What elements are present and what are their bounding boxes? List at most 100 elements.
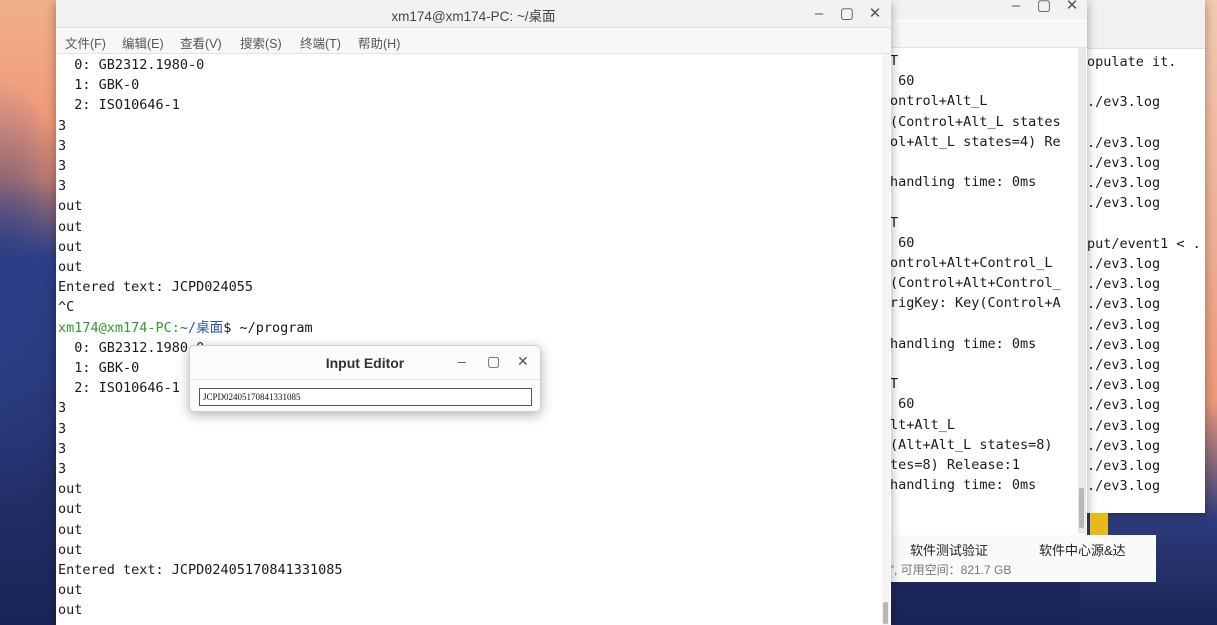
terminal-line: (Alt+Alt_L states=8): [890, 436, 1053, 453]
terminal-line: ./ev3.log: [1087, 417, 1161, 434]
terminal-output[interactable]: 0: GB2312.1980-0 1: GBK-0 2: ISO10646-1 3…: [58, 55, 878, 625]
terminal-2-scrollbar[interactable]: [1078, 48, 1086, 533]
maximize-button[interactable]: ▢: [1033, 0, 1055, 17]
terminal-2-menubar: [890, 21, 1087, 48]
menu-file[interactable]: 文件(F): [65, 33, 106, 52]
terminal-line: 2: ISO10646-1: [58, 380, 180, 397]
terminal-line: T: [890, 53, 899, 69]
terminal-line: 3: [58, 137, 67, 154]
terminal-window-3[interactable]: opulate it. ./ev3.log ./ev3.log ./ev3.log ./…: [1082, 0, 1205, 513]
terminal-line: 3: [58, 400, 67, 417]
terminal-line: ./ev3.log: [1087, 296, 1161, 313]
terminal-line: opulate it.: [1087, 54, 1177, 70]
terminal-line: 0: GB2312.1980-0: [58, 57, 205, 73]
close-button[interactable]: ✕: [517, 353, 529, 370]
app-item-2[interactable]: 软件中心源&达: [1039, 540, 1126, 559]
terminal-line: out: [58, 501, 83, 518]
terminal-line: 1: GBK-0: [58, 360, 140, 376]
terminal-line: handling time: 0ms: [890, 335, 1037, 352]
main-terminal-window[interactable]: xm174@xm174-PC: ~/桌面 – ▢ ✕ 文件(F) 编辑(E) 查…: [56, 0, 891, 625]
input-editor-dialog[interactable]: Input Editor – ▢ ✕ JCPD02405170841331085: [189, 345, 541, 412]
terminal-line: tes=8) Release:1: [890, 457, 1021, 473]
maximize-button[interactable]: ▢: [487, 353, 500, 370]
terminal-3-output: opulate it. ./ev3.log ./ev3.log ./ev3.log ./…: [1087, 52, 1205, 513]
terminal-line: 2: ISO10646-1: [58, 97, 180, 114]
terminal-2-titlebar: [890, 0, 1087, 20]
terminal-line: T: [890, 214, 899, 231]
terminal-line: handling time: 0ms: [890, 477, 1037, 494]
terminal-line: ontrol+Alt_L: [890, 93, 988, 110]
terminal-line: ./ev3.log: [1087, 256, 1161, 272]
terminal-line: ./ev3.log: [1087, 195, 1161, 212]
terminal-line: 60: [890, 396, 915, 413]
terminal-line: 3: [58, 178, 67, 195]
menu-view[interactable]: 查看(V): [180, 33, 222, 52]
free-space-label: ”, 可用空间：821.7 GB: [890, 563, 1012, 577]
terminal-line: T: [890, 376, 899, 393]
menu-edit[interactable]: 编辑(E): [122, 33, 164, 52]
terminal-line: lt+Alt_L: [890, 416, 956, 433]
terminal-2-output: T 60 ontrol+Alt_L (Control+Alt_L states ol+…: [890, 49, 1080, 535]
terminal-window-2[interactable]: – ▢ ✕ T 60 ontrol+Alt_L (Control+Alt_L sta…: [890, 0, 1087, 535]
terminal-line: 60: [890, 73, 915, 90]
terminal-line: ./ev3.log: [1087, 336, 1161, 353]
terminal-line: ./ev3.log: [1087, 94, 1161, 111]
minimize-button[interactable]: –: [458, 353, 466, 369]
terminal-line: out: [58, 218, 83, 235]
terminal-line: 1: GBK-0: [58, 77, 140, 94]
terminal-line: ./ev3.log: [1087, 357, 1161, 373]
dialog-divider: [190, 379, 540, 380]
app-item-1[interactable]: 软件测试验证: [910, 540, 988, 559]
terminal-line: (Control+Alt+Control_: [890, 275, 1061, 292]
terminal-line: put/event1 < .: [1087, 235, 1201, 252]
terminal-line: 0: GB2312.1980-0: [58, 339, 205, 356]
terminal-line: ./ev3.log: [1087, 397, 1161, 414]
terminal-line: out: [58, 521, 83, 538]
maximize-button[interactable]: ▢: [836, 3, 858, 25]
terminal-line: out: [58, 259, 83, 275]
menu-search[interactable]: 搜索(S): [240, 33, 282, 52]
menu-help[interactable]: 帮助(H): [358, 33, 400, 52]
main-terminal-scrollbar[interactable]: [882, 54, 890, 625]
terminal-line: out: [58, 198, 83, 215]
terminal-3-titlebar: [1082, 0, 1205, 49]
terminal-line: ol+Alt_L states=4) Re: [890, 133, 1061, 150]
terminal-line: ./ev3.log: [1087, 134, 1161, 151]
menu-terminal[interactable]: 终端(T): [300, 33, 341, 52]
prompt-user: xm174@xm174-PC:: [58, 319, 180, 336]
terminal-line: ./ev3.log: [1087, 478, 1161, 495]
terminal-line: ./ev3.log: [1087, 276, 1161, 293]
yellow-accent: [1090, 513, 1108, 535]
terminal-line: ./ev3.log: [1087, 316, 1161, 333]
terminal-line: out: [58, 602, 83, 619]
main-terminal-titlebar: xm174@xm174-PC: ~/桌面 – ▢ ✕: [56, 0, 891, 28]
terminal-line: out: [58, 582, 83, 599]
minimize-button[interactable]: –: [1005, 0, 1027, 17]
window-title: xm174@xm174-PC: ~/桌面: [391, 9, 556, 24]
terminal-line: ontrol+Alt+Control_L: [890, 255, 1053, 271]
main-scroll-thumb[interactable]: [883, 602, 888, 624]
terminal-line: 3: [58, 420, 67, 437]
terminal-line: out: [58, 481, 83, 498]
terminal-line: 3: [58, 461, 67, 477]
terminal-line: out: [58, 541, 83, 558]
shell-prompt-line: xm174@xm174-PC:~/桌面$ ~/program: [58, 318, 313, 338]
terminal-line: Entered text: JCPD024055: [58, 279, 254, 296]
terminal-line: 60: [890, 234, 915, 251]
close-button[interactable]: ✕: [864, 3, 886, 25]
prompt-command: $ ~/program: [223, 319, 313, 336]
terminal-line: ^C: [58, 299, 75, 316]
text-input-field[interactable]: JCPD02405170841331085: [199, 388, 532, 406]
terminal-2-scroll-thumb[interactable]: [1079, 488, 1084, 528]
terminal-line: 3: [58, 117, 67, 134]
terminal-line: out: [58, 238, 83, 255]
close-button[interactable]: ✕: [1061, 0, 1083, 17]
prompt-dir: ~/桌面: [179, 319, 224, 336]
main-terminal-menubar: 文件(F) 编辑(E) 查看(V) 搜索(S) 终端(T) 帮助(H): [56, 28, 891, 54]
terminal-line: ./ev3.log: [1087, 377, 1161, 394]
minimize-button[interactable]: –: [808, 3, 830, 25]
terminal-line: Entered text: JCPD02405170841331085: [58, 562, 343, 578]
terminal-line: ./ev3.log: [1087, 175, 1161, 192]
terminal-line: handling time: 0ms: [890, 174, 1037, 191]
terminal-line: rigKey: Key(Control+A: [890, 295, 1061, 312]
